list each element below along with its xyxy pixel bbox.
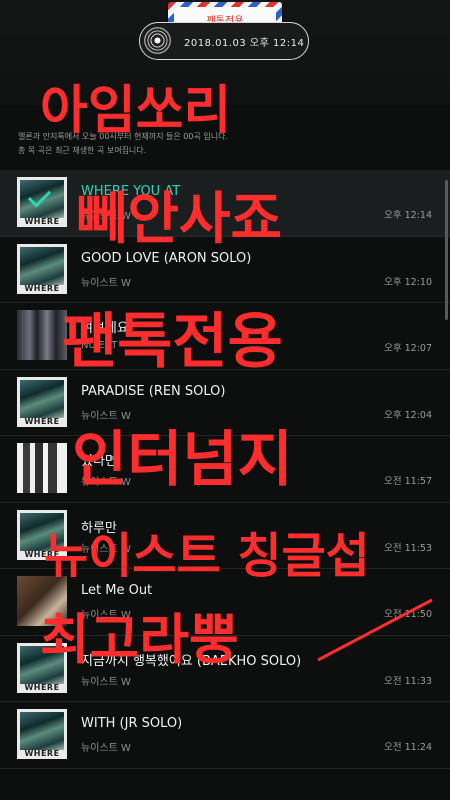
where-you-at-cover: WHERE: [17, 642, 67, 693]
play-time: 오전 11:33: [384, 675, 432, 687]
song-artist: 뉴이스트 W: [81, 410, 131, 422]
scrollbar[interactable]: [445, 180, 448, 320]
song-artist: 뉴이스트 W: [81, 610, 131, 621]
song-row[interactable]: WHERE WHERE YOU AT 뉴이스트 W 오후 12:14: [0, 170, 450, 237]
listening-notice: 멜론과 안지톡에서 오늘 00시부터 현재까지 들은 00곡 입니다. 총 목 …: [18, 130, 438, 158]
song-row[interactable]: WHERE PARADISE (REN SOLO) 뉴이스트 W 오후 12:0…: [0, 370, 450, 436]
song-artist: 뉴이스트 W: [81, 277, 131, 289]
notice-line: 총 목 곡은 최근 재생한 곡 보여집니다.: [18, 146, 147, 155]
where-you-at-cover: WHERE: [17, 243, 67, 294]
song-artist: NU'EST: [81, 340, 118, 351]
song-row[interactable]: WHERE GOOD LOVE (ARON SOLO) 뉴이스트 W 오후 12…: [0, 237, 450, 303]
song-artist: 뉴이스트 W: [81, 743, 131, 754]
play-time: 오전 11:57: [384, 476, 432, 487]
album-wordmark: WHERE: [24, 749, 60, 758]
song-title: Let Me Out: [81, 583, 153, 598]
album-art: [20, 512, 64, 551]
album-wordmark: WHERE: [24, 549, 60, 559]
song-row[interactable]: WHERE 하루만 뉴이스트 W 오전 11:53: [0, 503, 450, 569]
song-artist: 뉴이스트 W: [81, 211, 131, 222]
song-title: PARADISE (REN SOLO): [81, 383, 226, 399]
song-row[interactable]: WHERE 지금까지 행복했어요 (BAEKHO SOLO) 뉴이스트 W 오전…: [0, 636, 450, 702]
song-list: WHERE WHERE YOU AT 뉴이스트 W 오후 12:14 WHERE…: [0, 170, 450, 769]
play-time: 오후 12:04: [384, 409, 432, 421]
album-wordmark: WHERE: [24, 283, 60, 293]
play-time: 오전 11:50: [384, 609, 432, 620]
song-title: 있다면: [81, 454, 117, 469]
capture-date: 2018.01.03 오후 12:14: [184, 38, 305, 49]
play-time: 오전 11:53: [384, 542, 432, 554]
album-wordmark: WHERE: [24, 682, 60, 692]
song-row[interactable]: WHERE WITH (JR SOLO) 뉴이스트 W 오전 11:24: [0, 702, 450, 769]
song-title: 지금까지 행복했어요 (BAEKHO SOLO): [81, 653, 302, 669]
album-art: [20, 645, 64, 684]
portrait-cover: [17, 576, 67, 626]
album-art: [20, 379, 64, 418]
play-time: 오전 11:24: [384, 742, 432, 753]
top-area: 팬톡전용 2018.01.03 오후 12:14: [0, 0, 450, 105]
disc-icon: [144, 27, 171, 54]
album-art: [20, 246, 64, 285]
notice-line: 멜론과 안지톡에서 오늘 00시부터 현재까지 들은 00곡 입니다.: [18, 132, 228, 141]
song-artist: 뉴이스트 W: [81, 543, 131, 555]
black-white-cover: [17, 443, 67, 493]
where-you-at-cover: WHERE: [17, 709, 67, 759]
song-title: GOOD LOVE (ARON SOLO): [81, 250, 252, 266]
play-time: 오후 12:10: [384, 276, 432, 288]
play-time: 오후 12:14: [384, 210, 432, 221]
song-title: 여보세요: [81, 321, 129, 336]
play-time: 오후 12:07: [384, 343, 432, 354]
where-you-at-cover: WHERE: [17, 376, 67, 427]
album-art: [20, 712, 64, 750]
where-you-at-cover: WHERE: [17, 509, 67, 560]
song-title: 하루만: [81, 520, 117, 536]
song-row[interactable]: 있다면 뉴이스트 W 오전 11:57: [0, 436, 450, 503]
date-pill: 2018.01.03 오후 12:14: [139, 22, 309, 60]
song-row[interactable]: 여보세요 NU'EST 오후 12:07: [0, 303, 450, 370]
song-artist: 뉴이스트 W: [81, 676, 131, 688]
song-artist: 뉴이스트 W: [81, 477, 131, 488]
song-title: WHERE YOU AT: [81, 184, 181, 199]
album-wordmark: WHERE: [24, 217, 60, 226]
song-title: WITH (JR SOLO): [81, 716, 183, 731]
album-wordmark: WHERE: [24, 416, 60, 426]
song-row[interactable]: Let Me Out 뉴이스트 W 오전 11:50: [0, 569, 450, 636]
group-photo-cover: [17, 310, 67, 360]
